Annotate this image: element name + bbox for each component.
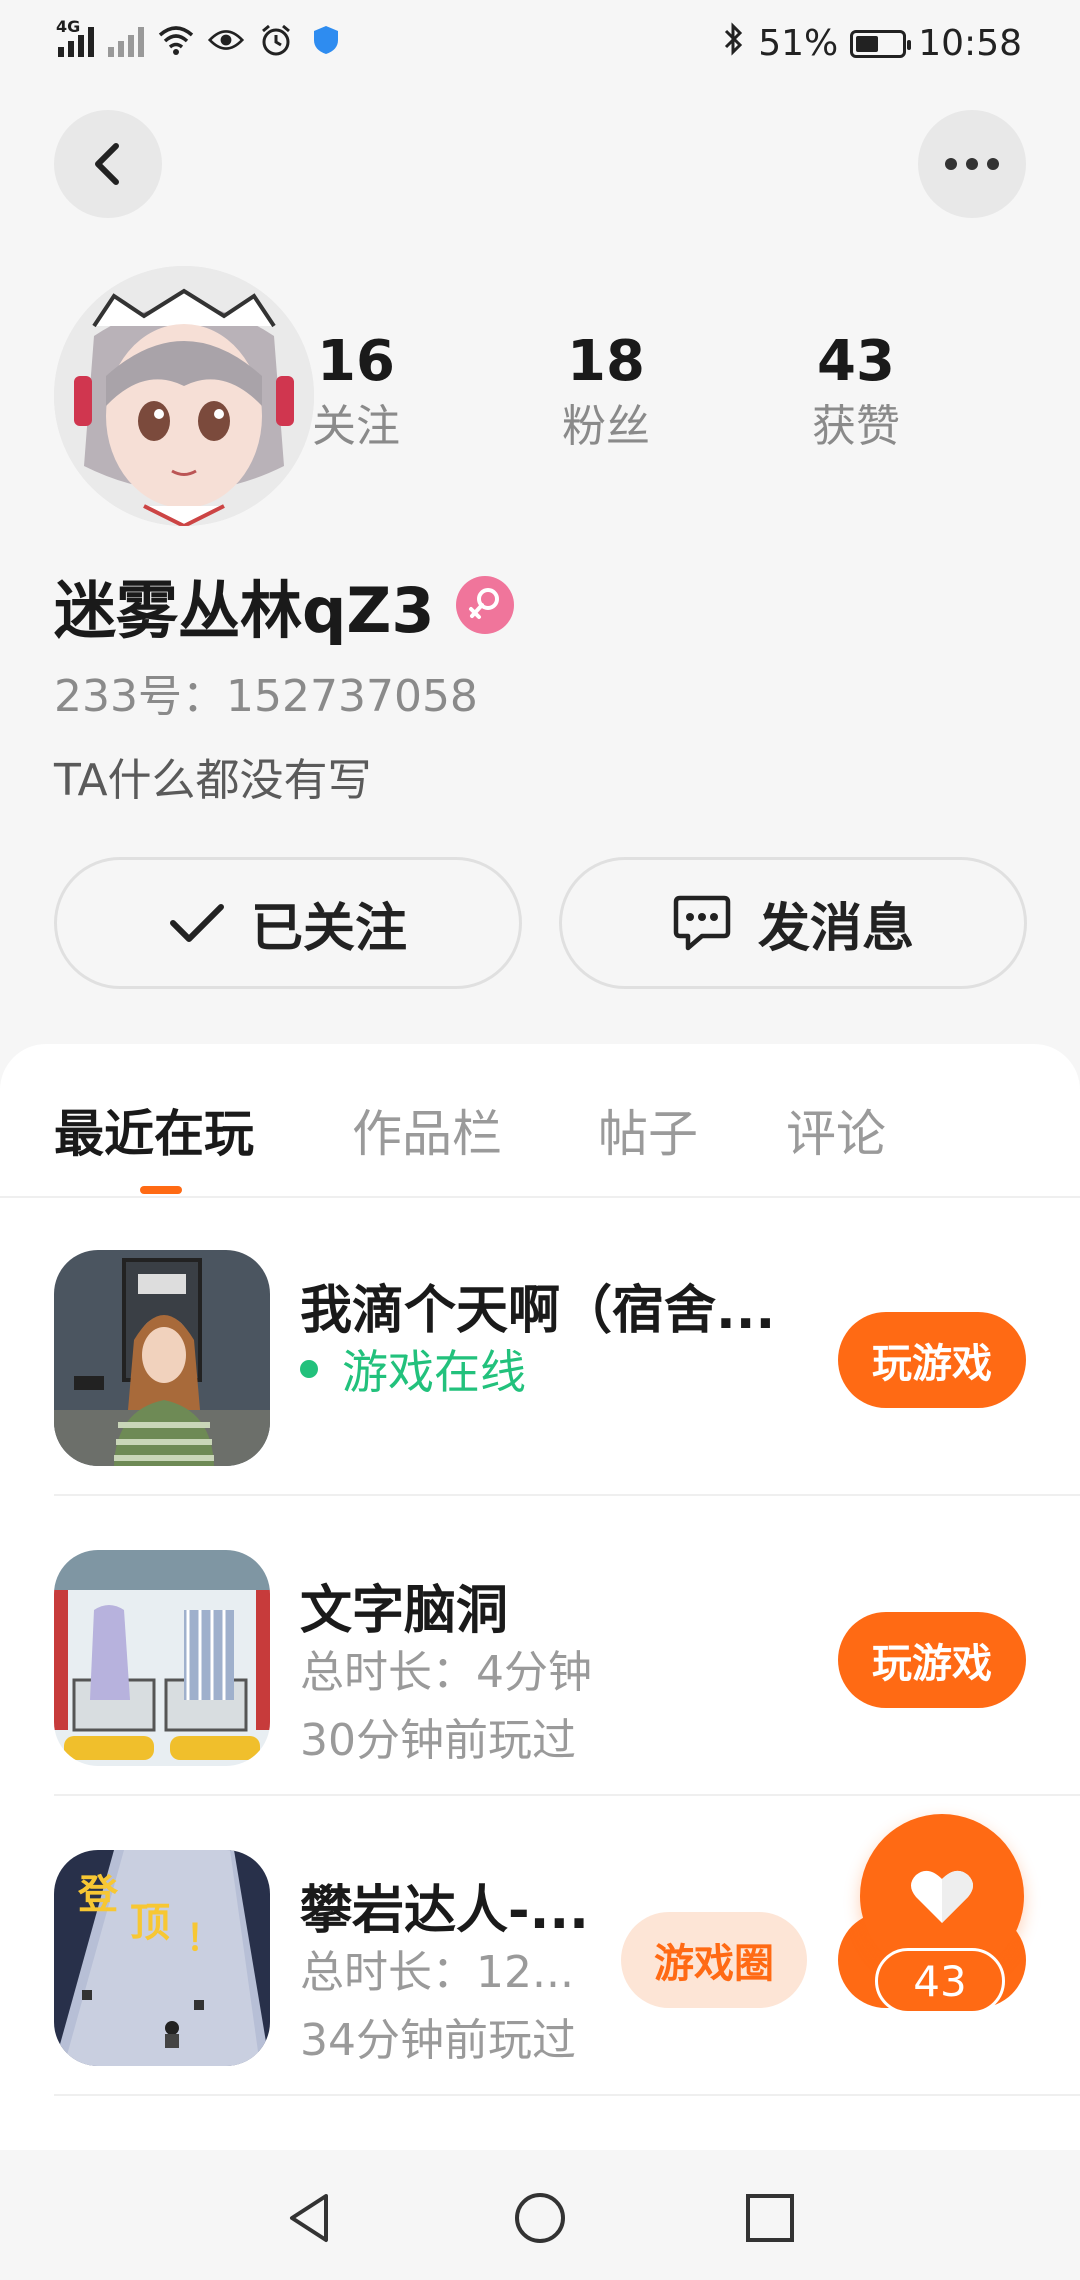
username-row: 迷雾丛林qZ3 [54,560,515,650]
play-game-button[interactable]: 玩游戏 [838,1312,1026,1408]
stat-label: 关注 [312,401,400,452]
divider [54,2094,1080,2096]
message-label: 发消息 [757,898,914,959]
check-icon [169,904,224,942]
game-thumbnail: 登 顶 ！ [54,1850,270,2066]
tab-bar: 最近在玩 作品栏 帖子 评论 [0,1044,1080,1198]
online-label: 游戏在线 [342,1345,526,1399]
play-duration: 总时长：12... [300,1947,574,1998]
stat-label: 粉丝 [562,401,650,452]
tab-indicator [140,1186,182,1194]
battery-percent: 51% [758,23,839,64]
thumb-text: ！ [186,1918,222,1959]
status-bar: 4G 51% 10:58 [0,0,1080,92]
thumb-text: 登 [77,1872,119,1918]
play-duration: 总时长：4分钟 [300,1647,592,1698]
female-icon [456,576,515,634]
system-nav-bar [0,2150,1080,2280]
list-item[interactable]: 文字脑洞 总时长：4分钟 30分钟前玩过 玩游戏 [54,1496,1080,1796]
game-title: 攀岩达人-... [300,1881,589,1941]
stat-likes[interactable]: 43 获赞 [756,330,956,454]
nav-back-icon[interactable] [282,2190,338,2246]
follow-button[interactable]: 已关注 [54,857,522,989]
clock: 10:58 [918,23,1022,64]
back-button[interactable] [54,110,162,218]
list-item[interactable]: 我滴个天啊（宿舍... 游戏在线 玩游戏 [54,1196,1080,1496]
cell-signal-icon: 4G [56,17,94,57]
cell-signal-2-icon [108,23,144,57]
tab-comments[interactable]: 评论 [786,1094,886,1166]
game-thumbnail [54,1550,270,1766]
follow-label: 已关注 [250,898,407,959]
online-status: 游戏在线 [300,1336,526,1402]
last-played: 34分钟前玩过 [300,2015,576,2066]
tab-recent-play[interactable]: 最近在玩 [54,1094,254,1166]
more-button[interactable] [918,110,1026,218]
eye-icon [208,22,244,58]
nav-recents-icon[interactable] [742,2190,798,2246]
game-thumbnail [54,1250,270,1466]
last-played: 30分钟前玩过 [300,1715,576,1766]
stat-value: 16 [317,329,395,394]
game-circle-button[interactable]: 游戏圈 [621,1912,807,2008]
shield-icon [308,22,344,58]
more-dots-icon [945,158,999,170]
status-left: 4G [56,17,344,58]
username: 迷雾丛林qZ3 [54,574,435,647]
nav-home-icon[interactable] [512,2190,568,2246]
like-count: 43 [875,1948,1005,2014]
stat-followers[interactable]: 18 粉丝 [506,330,706,454]
battery-icon [850,29,912,58]
stat-following[interactable]: 16 关注 [256,330,456,454]
play-game-button[interactable]: 玩游戏 [838,1612,1026,1708]
message-button[interactable]: 发消息 [559,857,1027,989]
heart-icon [911,1870,973,1923]
chat-bubble-icon [673,895,731,951]
tab-works[interactable]: 作品栏 [352,1094,502,1166]
stat-value: 43 [817,329,895,394]
alarm-icon [258,22,294,58]
wifi-icon [158,22,194,58]
user-bio: TA什么都没有写 [54,755,372,806]
status-right: 51% 10:58 [722,22,1022,65]
tab-posts[interactable]: 帖子 [598,1094,698,1166]
user-id: 233号：152737058 [54,671,478,722]
game-title: 文字脑洞 [300,1581,509,1641]
online-dot-icon [300,1360,318,1378]
bluetooth-icon [722,22,746,65]
stat-value: 18 [567,329,645,394]
game-title: 我滴个天啊（宿舍... [300,1281,776,1341]
stat-label: 获赞 [812,401,900,452]
back-arrow-icon [95,143,119,185]
thumb-text: 顶 [130,1900,170,1946]
